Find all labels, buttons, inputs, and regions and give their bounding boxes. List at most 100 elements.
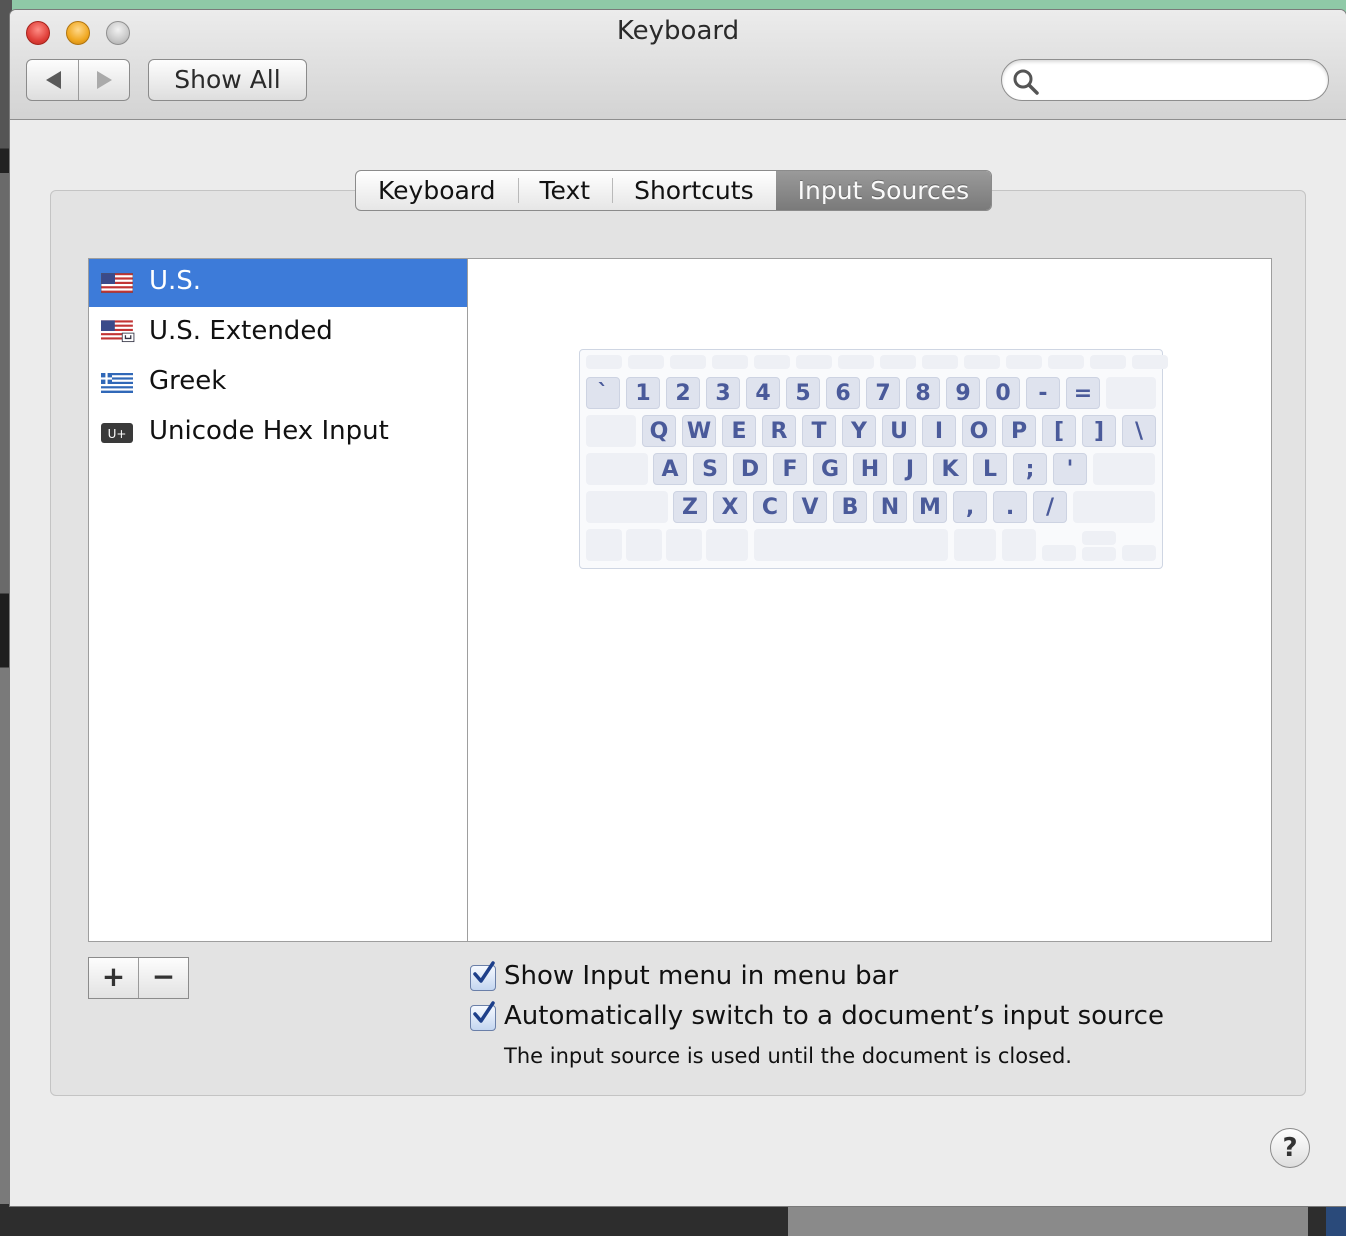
key-0-5: 5 bbox=[786, 377, 820, 409]
list-item-label: Greek bbox=[149, 366, 227, 396]
key-1-10: [ bbox=[1042, 415, 1076, 447]
key-blank bbox=[1073, 491, 1155, 523]
key-2-7: K bbox=[933, 453, 967, 485]
key-blank bbox=[754, 529, 948, 561]
key-blank bbox=[880, 355, 916, 369]
auto-switch-label: Automatically switch to a document’s inp… bbox=[504, 1001, 1164, 1031]
unicode-hex-icon: U+ bbox=[101, 423, 133, 443]
key-3-2: C bbox=[753, 491, 787, 523]
search-input[interactable] bbox=[1046, 66, 1320, 96]
key-blank bbox=[1093, 453, 1155, 485]
key-2-6: J bbox=[893, 453, 927, 485]
list-item-us-extended[interactable]: U.S. Extended bbox=[89, 309, 467, 357]
help-button[interactable]: ? bbox=[1270, 1128, 1310, 1168]
key-3-7: , bbox=[953, 491, 987, 523]
key-blank bbox=[586, 453, 648, 485]
auto-switch-note: The input source is used until the docum… bbox=[504, 1044, 1072, 1068]
unicode-hex-icon-text: U+ bbox=[108, 427, 127, 441]
key-1-1: W bbox=[682, 415, 716, 447]
key-2-10: ' bbox=[1053, 453, 1087, 485]
key-3-0: Z bbox=[673, 491, 707, 523]
list-item-label: U.S. bbox=[149, 266, 202, 296]
key-0-3: 3 bbox=[706, 377, 740, 409]
key-blank bbox=[666, 529, 702, 561]
key-blank bbox=[1006, 355, 1042, 369]
key-3-6: M bbox=[913, 491, 947, 523]
tab-keyboard[interactable]: Keyboard bbox=[356, 171, 518, 210]
titlebar: Keyboard Show All bbox=[10, 10, 1346, 120]
key-blank bbox=[586, 529, 622, 561]
window-title: Keyboard bbox=[616, 16, 740, 46]
add-remove-control: + − bbox=[88, 957, 189, 999]
key-blank bbox=[1132, 355, 1168, 369]
key-1-9: P bbox=[1002, 415, 1036, 447]
key-blank bbox=[712, 355, 748, 369]
remove-input-source-button[interactable]: − bbox=[138, 958, 188, 998]
key-1-12: \ bbox=[1122, 415, 1156, 447]
back-arrow-icon bbox=[46, 71, 61, 89]
key-0-0: ` bbox=[586, 377, 620, 409]
back-forward-control bbox=[26, 59, 130, 101]
key-0-11: - bbox=[1026, 377, 1060, 409]
key-2-9: ; bbox=[1013, 453, 1047, 485]
key-blank bbox=[954, 529, 996, 561]
key-3-4: B bbox=[833, 491, 867, 523]
key-1-5: Y bbox=[842, 415, 876, 447]
key-3-5: N bbox=[873, 491, 907, 523]
key-0-6: 6 bbox=[826, 377, 860, 409]
key-2-0: A bbox=[653, 453, 687, 485]
key-blank bbox=[964, 355, 1000, 369]
back-button[interactable] bbox=[27, 60, 78, 100]
checkmark-icon bbox=[473, 961, 495, 983]
key-1-0: Q bbox=[642, 415, 676, 447]
key-0-10: 0 bbox=[986, 377, 1020, 409]
key-blank bbox=[1042, 545, 1076, 561]
key-blank bbox=[586, 415, 636, 447]
key-1-6: U bbox=[882, 415, 916, 447]
key-3-1: X bbox=[713, 491, 747, 523]
key-blank bbox=[1048, 355, 1084, 369]
us-extended-flag-icon bbox=[101, 320, 135, 343]
forward-arrow-icon bbox=[96, 71, 112, 89]
show-all-button[interactable]: Show All bbox=[148, 59, 307, 101]
key-3-3: V bbox=[793, 491, 827, 523]
forward-button[interactable] bbox=[77, 60, 130, 100]
tab-input-sources[interactable]: Input Sources bbox=[775, 171, 992, 210]
key-0-9: 9 bbox=[946, 377, 980, 409]
key-2-2: D bbox=[733, 453, 767, 485]
key-blank bbox=[586, 491, 668, 523]
key-1-7: I bbox=[922, 415, 956, 447]
key-blank bbox=[1082, 547, 1116, 561]
greek-flag-icon bbox=[101, 373, 133, 393]
key-blank bbox=[706, 529, 748, 561]
key-1-8: O bbox=[962, 415, 996, 447]
show-input-menu-checkbox[interactable] bbox=[470, 961, 496, 991]
key-blank bbox=[626, 529, 662, 561]
key-blank bbox=[628, 355, 664, 369]
show-input-menu-label: Show Input menu in menu bar bbox=[504, 961, 899, 991]
key-blank bbox=[670, 355, 706, 369]
key-1-4: T bbox=[802, 415, 836, 447]
key-2-8: L bbox=[973, 453, 1007, 485]
key-blank bbox=[586, 355, 622, 369]
auto-switch-checkbox[interactable] bbox=[470, 1001, 496, 1031]
key-0-7: 7 bbox=[866, 377, 900, 409]
list-item-greek[interactable]: Greek bbox=[89, 359, 467, 407]
tab-shortcuts[interactable]: Shortcuts bbox=[612, 171, 776, 210]
key-0-12: = bbox=[1066, 377, 1100, 409]
background-window-bottom bbox=[788, 1206, 1308, 1236]
list-item-unicode-hex-input[interactable]: U+ Unicode Hex Input bbox=[89, 409, 467, 457]
key-2-4: G bbox=[813, 453, 847, 485]
tab-bar: Keyboard Text Shortcuts Input Sources bbox=[355, 170, 993, 211]
tab-text[interactable]: Text bbox=[517, 171, 613, 210]
key-blank bbox=[796, 355, 832, 369]
list-item-label: U.S. Extended bbox=[149, 316, 333, 346]
list-item-us[interactable]: U.S. bbox=[89, 259, 467, 307]
key-blank bbox=[754, 355, 790, 369]
add-input-source-button[interactable]: + bbox=[89, 958, 138, 998]
search-field[interactable] bbox=[1001, 59, 1329, 101]
background-window-corner bbox=[1326, 1206, 1346, 1236]
key-0-2: 2 bbox=[666, 377, 700, 409]
list-item-label: Unicode Hex Input bbox=[149, 416, 389, 446]
keyboard-preferences-window: Keyboard Show All Keyboard Text Shortcut… bbox=[10, 10, 1346, 1206]
